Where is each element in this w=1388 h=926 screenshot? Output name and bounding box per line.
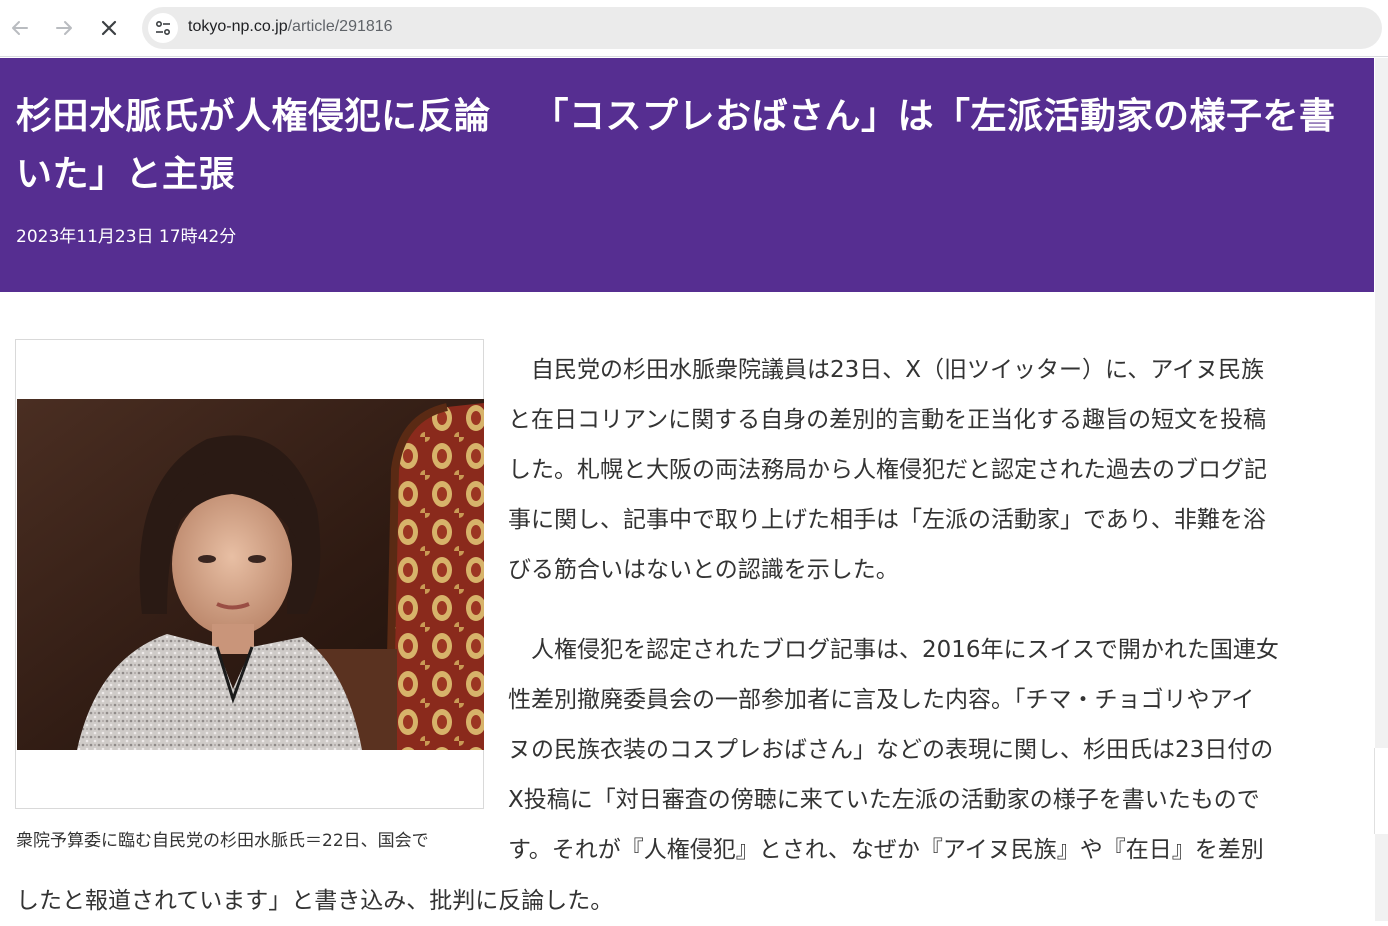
text-line: した。札幌と大阪の両法務局から人権侵犯だと認定された過去のブログ記 [508, 457, 1267, 483]
article-headline: 杉田水脈氏が人権侵犯に反論 「コスプレおばさん」は「左派活動家の様子を書いた」と主… [16, 88, 1356, 204]
forward-button[interactable] [51, 15, 77, 41]
text-line: 自民党の杉田水脈衆院議員は23日、X（旧ツイッター）に、アイヌ民族 [508, 357, 1265, 383]
url-domain: tokyo-np.co.jp [188, 18, 288, 35]
article-header: 杉田水脈氏が人権侵犯に反論 「コスプレおばさん」は「左派活動家の様子を書いた」と主… [0, 58, 1374, 292]
photo-caption: 衆院予算委に臨む自民党の杉田水脈氏＝22日、国会で [16, 831, 429, 851]
headline-part-1: 杉田水脈氏が人権侵犯に反論 [16, 96, 491, 137]
text-line: X投稿に「対日審査の傍聴に来ていた左派の活動家の様子を書いたもので [508, 787, 1260, 813]
article-photo-frame [15, 339, 484, 809]
text-line: ヌの民族衣装のコスプレおばさん」などの表現に関し、杉田氏は23日付の [508, 737, 1274, 763]
close-icon [101, 20, 117, 36]
text-line: す。それが『人権侵犯』とされ、なぜか『アイヌ民族』や『在日』を差別 [508, 837, 1264, 863]
browser-toolbar: tokyo-np.co.jp/article/291816 [0, 0, 1388, 57]
article-photo [17, 399, 484, 750]
text-line: 性差別撤廃委員会の一部参加者に言及した内容。「チマ・チョゴリやアイ [508, 687, 1255, 713]
back-button[interactable] [7, 15, 33, 41]
text-line: 事に関し、記事中で取り上げた相手は「左派の活動家」であり、非難を浴 [508, 507, 1266, 533]
side-panel-edge [1374, 748, 1388, 834]
url-path: /article/291816 [287, 18, 393, 35]
url-text: tokyo-np.co.jp/article/291816 [188, 18, 393, 36]
tune-icon [155, 20, 171, 36]
site-info-button[interactable] [148, 13, 178, 43]
text-line: びる筋合いはないとの認識を示した。 [508, 557, 899, 583]
stop-loading-button[interactable] [96, 15, 122, 41]
address-bar[interactable]: tokyo-np.co.jp/article/291816 [142, 7, 1382, 49]
paragraph-2-last-line: したと報道されています」と書き込み、批判に反論した。 [16, 888, 614, 914]
arrow-left-icon [12, 21, 28, 35]
paragraph-2: 人権侵犯を認定されたブログ記事は、2016年にスイスで開かれた国連女 性差別撤廃… [508, 625, 1368, 875]
arrow-right-icon [56, 21, 72, 35]
publish-date: 2023年11月23日 17時42分 [16, 227, 237, 247]
paragraph-1: 自民党の杉田水脈衆院議員は23日、X（旧ツイッター）に、アイヌ民族 と在日コリア… [508, 345, 1368, 595]
text-line: 人権侵犯を認定されたブログ記事は、2016年にスイスで開かれた国連女 [508, 637, 1279, 663]
text-line: と在日コリアンに関する自身の差別的言動を正当化する趣旨の短文を投稿 [508, 407, 1267, 433]
article-body: 自民党の杉田水脈衆院議員は23日、X（旧ツイッター）に、アイヌ民族 と在日コリア… [508, 345, 1368, 875]
